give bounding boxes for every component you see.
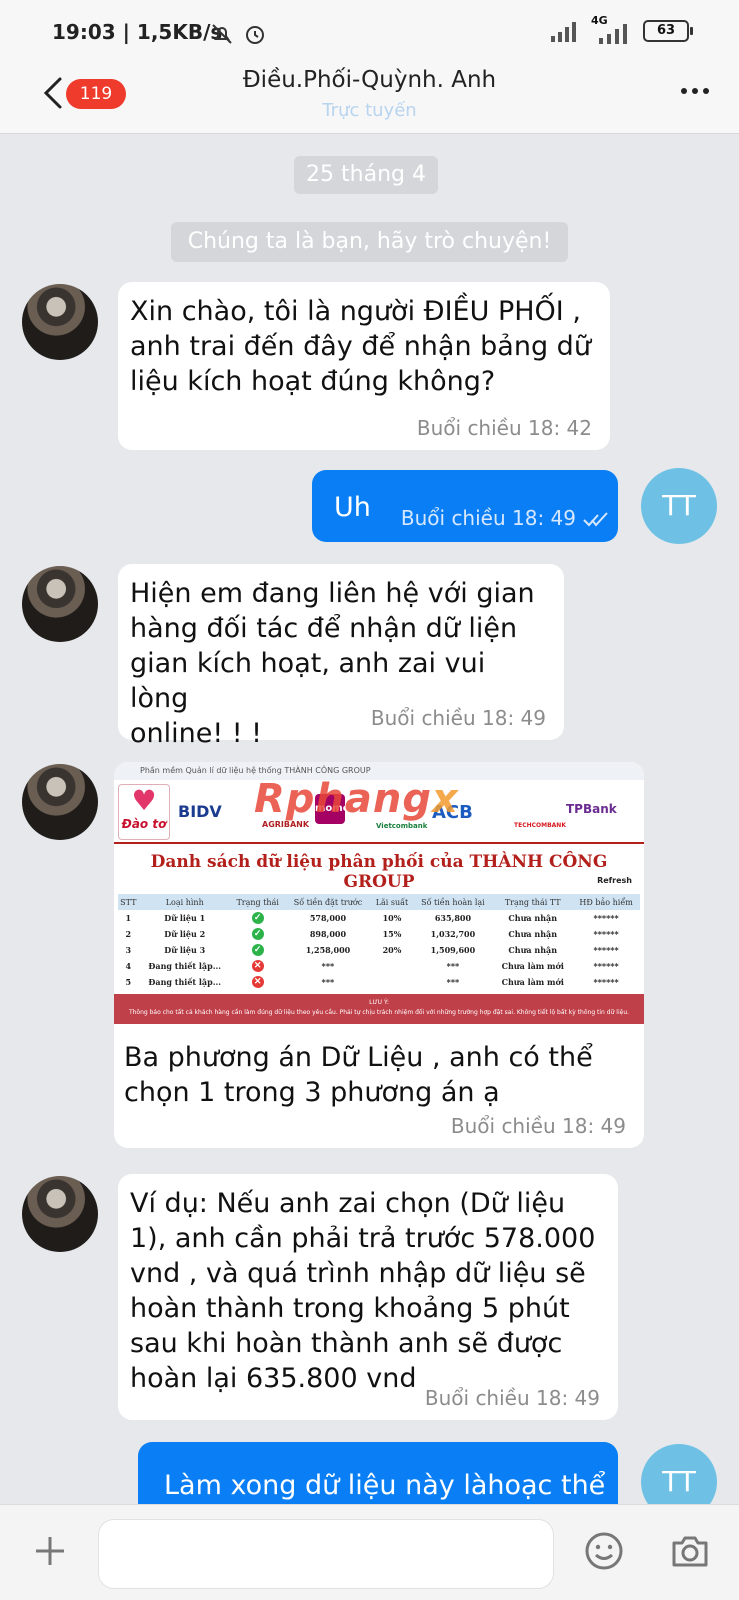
cross-icon: ✕ xyxy=(251,976,264,988)
friend-info-chip: Chúng ta là bạn, hãy trò chuyện! xyxy=(171,222,568,262)
check-icon: ✓ xyxy=(251,944,264,956)
message-time: Buổi chiều 18: 49 xyxy=(400,506,576,530)
input-bar xyxy=(0,1504,739,1600)
message-bubble[interactable]: Xin chào, tôi là người ĐIỀU PHỐI , anh t… xyxy=(118,282,610,450)
camera-icon[interactable] xyxy=(670,1533,710,1569)
status-bar: 19:03 | 1,5KB/s 4G 63 xyxy=(0,0,739,62)
read-checkmark-icon xyxy=(583,512,608,527)
vietcombank-logo: Vietcombank xyxy=(376,822,428,830)
contact-avatar[interactable] xyxy=(22,1176,98,1252)
check-icon: ✓ xyxy=(251,912,264,924)
tpbank-logo: TPBank xyxy=(566,802,617,816)
message-time: Buổi chiều 18: 49 xyxy=(424,1386,600,1410)
chat-header: 119 Điều.Phối-Quỳnh. Anh Trực tuyến xyxy=(0,62,739,134)
message-bubble[interactable]: Hiện em đang liên hệ với gian hàng đối t… xyxy=(118,564,564,749)
techcombank-logo: TECHCOMBANK xyxy=(514,822,566,829)
status-icons: 4G 63 xyxy=(549,14,693,44)
data-list-title: Danh sách dữ liệu phân phối của THÀNH CÔ… xyxy=(114,842,644,892)
table-header-row: STT Loại hình Trạng thái Số tiền đặt trước L… xyxy=(118,894,640,910)
chat-area[interactable]: 25 tháng 4 Chúng ta là bạn, hãy trò chuy… xyxy=(0,134,739,1504)
note-banner: LƯU Ý: Thông báo cho tất cả khách hàng cầ… xyxy=(114,994,644,1024)
data-table: STT Loại hình Trạng thái Số tiền đặt trước L… xyxy=(118,894,640,990)
message-time: Buổi chiều 18: 49 xyxy=(370,706,546,730)
shared-image[interactable]: Phần mềm Quản lí dữ liệu hệ thống THÀNH … xyxy=(114,762,644,1034)
message-text: Ví dụ: Nếu anh zai chọn (Dữ liệu 1), anh… xyxy=(130,1188,596,1394)
message-text: Làm xong dữ liệu này làhoạc thể xyxy=(164,1470,606,1501)
message-input[interactable] xyxy=(98,1519,554,1589)
sent-message-bubble[interactable]: Uh Buổi chiều 18: 49 xyxy=(312,470,618,542)
message-text: Ba phương án Dữ Liệu , anh có thể chọn 1… xyxy=(124,1042,593,1108)
my-avatar[interactable]: TT xyxy=(641,468,717,544)
check-icon: ✓ xyxy=(251,928,264,940)
bidv-logo: BIDV xyxy=(178,802,222,821)
cross-icon: ✕ xyxy=(251,960,264,972)
table-row: 5 Đang thiết lập... ✕ *** *** Chưa làm mới ***… xyxy=(125,976,619,988)
table-row: 3 Dữ liệu 3 ✓ 1,258,000 20% 1,509,600 Chưa nhậ… xyxy=(125,944,619,956)
message-time: Buổi chiều 18: 42 xyxy=(416,416,592,440)
contact-avatar[interactable] xyxy=(22,284,98,360)
signal-4g-icon: 4G xyxy=(591,14,631,44)
alarm-icon xyxy=(246,26,264,44)
table-row: 2 Dữ liệu 2 ✓ 898,000 15% 1,032,700 Chưa nhận *… xyxy=(125,928,619,940)
battery-icon: 63 xyxy=(643,20,693,42)
message-time: Buổi chiều 18: 49 xyxy=(450,1114,626,1138)
more-options-icon[interactable] xyxy=(681,88,709,94)
mute-bell-icon xyxy=(212,24,232,44)
status-time: 19:03 | 1,5KB/s xyxy=(52,20,223,44)
contact-name: Điều.Phối-Quỳnh. Anh xyxy=(242,67,497,93)
dao-to-logo: ♥ Đào tơ xyxy=(118,784,170,840)
bank-logo-row: ♥ Đào tơ BIDV AGRIBANK momo Vietcombank A… xyxy=(114,776,644,842)
contact-avatar[interactable] xyxy=(22,764,98,840)
signal-icon xyxy=(551,22,576,42)
my-avatar[interactable]: TT xyxy=(641,1444,717,1504)
message-bubble[interactable]: Ví dụ: Nếu anh zai chọn (Dữ liệu 1), anh… xyxy=(118,1174,618,1420)
sent-message-bubble[interactable]: Làm xong dữ liệu này làhoạc thể xyxy=(138,1442,618,1504)
date-separator: 25 tháng 4 xyxy=(294,156,438,194)
online-status: Trực tuyến xyxy=(322,100,417,121)
emoji-icon[interactable] xyxy=(584,1531,624,1571)
contact-avatar[interactable] xyxy=(22,566,98,642)
table-row: 1 Dữ liệu 1 ✓ 578,000 10% 635,800 Chưa nhận ***… xyxy=(125,912,619,924)
image-message-card[interactable]: Phần mềm Quản lí dữ liệu hệ thống THÀNH … xyxy=(114,762,644,1148)
refresh-button: Refresh xyxy=(597,876,632,885)
watermark-logo: Rphangx xyxy=(254,776,459,822)
message-text: Xin chào, tôi là người ĐIỀU PHỐI , anh t… xyxy=(130,296,591,397)
table-row: 4 Đang thiết lập... ✕ *** *** Chưa làm mới ***… xyxy=(125,960,619,972)
add-icon[interactable] xyxy=(32,1533,68,1569)
